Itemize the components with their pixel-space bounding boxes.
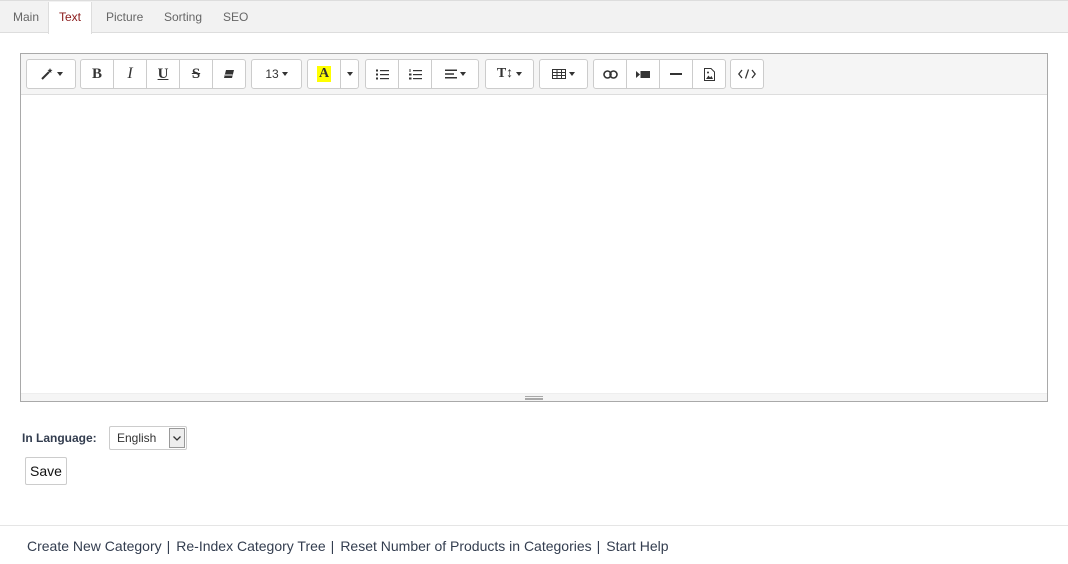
tab-seo[interactable]: SEO [213, 2, 258, 33]
tab-main[interactable]: Main [3, 2, 49, 33]
editor-content-area[interactable] [21, 95, 1047, 393]
video-icon [636, 70, 650, 78]
bullet-list-icon [375, 69, 389, 79]
tab-text[interactable]: Text [48, 2, 93, 34]
reindex-category-tree-link[interactable]: Re-Index Category Tree [176, 538, 325, 554]
style-button[interactable] [26, 59, 76, 89]
font-size-group: 13 [251, 59, 302, 89]
chevron-down-icon [346, 72, 353, 76]
strikethrough-icon: S [191, 65, 201, 82]
save-button[interactable]: Save [25, 457, 67, 485]
horizontal-line-icon [670, 73, 682, 75]
underline-icon: U [157, 65, 169, 82]
tab-sorting[interactable]: Sorting [154, 2, 212, 33]
italic-button[interactable]: I [113, 59, 147, 89]
code-icon [738, 69, 756, 79]
language-label: In Language: [22, 431, 97, 445]
chevron-down-icon [281, 72, 288, 76]
table-dropdown[interactable] [539, 59, 588, 89]
insert-link-button[interactable] [593, 59, 627, 89]
select-arrow[interactable] [169, 428, 185, 448]
ordered-list-button[interactable] [398, 59, 432, 89]
chevron-down-icon [516, 72, 523, 76]
font-size-dropdown[interactable]: 13 [251, 59, 302, 89]
clear-format-button[interactable] [212, 59, 246, 89]
text-color-button[interactable]: A [307, 59, 341, 89]
align-left-icon [444, 69, 457, 79]
code-group [730, 59, 764, 89]
link-icon [602, 69, 618, 79]
font-size-value: 13 [265, 67, 279, 81]
rich-text-editor: B I U S 13 A T↕ [20, 53, 1048, 402]
separator: | [166, 538, 171, 554]
color-dropdown-button[interactable] [340, 59, 359, 89]
insert-group [593, 59, 726, 89]
eraser-icon [224, 70, 234, 78]
insert-video-button[interactable] [626, 59, 660, 89]
bold-icon: B [91, 65, 102, 82]
tab-bar: Main Text Picture Sorting SEO [0, 0, 1068, 34]
align-dropdown[interactable] [431, 59, 479, 89]
italic-icon: I [127, 65, 133, 82]
footer-links: Create New Category | Re-Index Category Tr… [27, 538, 669, 554]
start-help-link[interactable]: Start Help [606, 538, 668, 554]
color-group: A [307, 59, 359, 89]
paragraph-group [365, 59, 479, 89]
strikethrough-button[interactable]: S [179, 59, 213, 89]
chevron-down-icon [569, 72, 575, 76]
chevron-down-icon [56, 72, 63, 76]
table-group [539, 59, 588, 89]
numbered-list-icon [408, 68, 422, 79]
picture-file-icon [703, 67, 715, 81]
create-new-category-link[interactable]: Create New Category [27, 538, 162, 554]
line-height-dropdown[interactable]: T↕ [485, 59, 534, 89]
separator: | [596, 538, 601, 554]
text-height-icon: T↕ [496, 66, 514, 81]
grip-icon [525, 396, 543, 400]
magic-wand-icon [40, 68, 52, 80]
line-height-group: T↕ [485, 59, 534, 89]
language-value: English [117, 431, 157, 445]
style-group [26, 59, 76, 89]
table-icon [552, 69, 566, 79]
code-view-button[interactable] [730, 59, 764, 89]
separator: | [330, 538, 335, 554]
font-style-group: B I U S [80, 59, 246, 89]
footer-bar: Create New Category | Re-Index Category Tr… [0, 525, 1068, 564]
chevron-down-icon [459, 72, 466, 76]
insert-picture-button[interactable] [692, 59, 726, 89]
unordered-list-button[interactable] [365, 59, 399, 89]
editor-resize-handle[interactable] [21, 393, 1047, 401]
underline-button[interactable]: U [146, 59, 180, 89]
bold-button[interactable]: B [80, 59, 114, 89]
language-select[interactable]: English [109, 426, 187, 450]
editor-toolbar: B I U S 13 A T↕ [21, 54, 1047, 95]
reset-product-count-link[interactable]: Reset Number of Products in Categories [340, 538, 591, 554]
horizontal-rule-button[interactable] [659, 59, 693, 89]
tab-picture[interactable]: Picture [96, 2, 153, 33]
chevron-down-icon [173, 435, 181, 441]
highlight-a-icon: A [316, 66, 332, 82]
